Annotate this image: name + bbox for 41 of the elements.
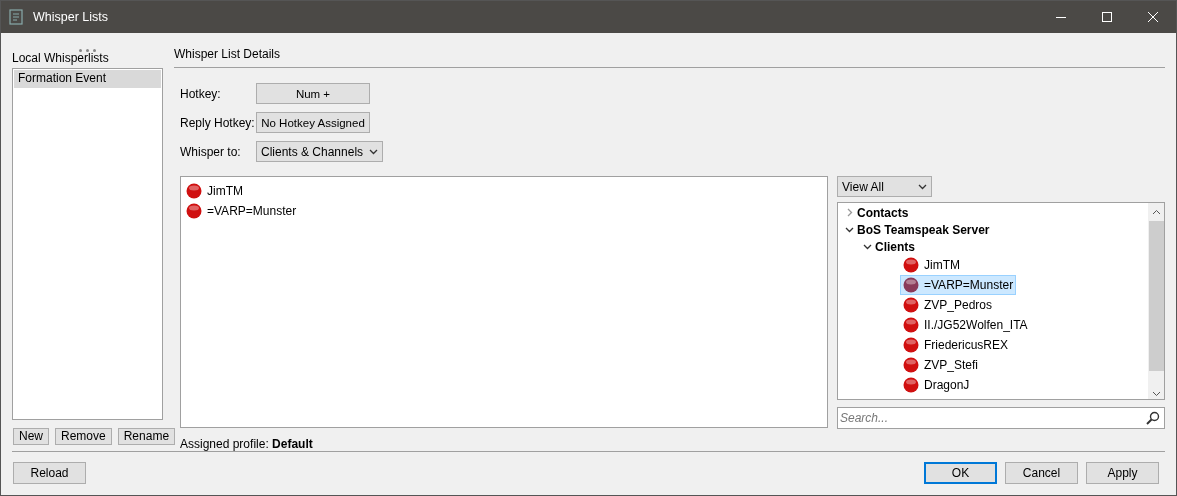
client-item[interactable]: FriedericusREX — [900, 335, 1013, 355]
search-icon — [1146, 411, 1160, 425]
assigned-profile-text: Assigned profile: Default — [179, 436, 314, 451]
dialog-button[interactable]: Apply — [1086, 461, 1159, 484]
hotkey-button[interactable]: No Hotkey Assigned — [256, 112, 370, 133]
minimize-icon[interactable] — [1056, 16, 1066, 18]
maximize-icon[interactable] — [1102, 12, 1112, 22]
whisper-to-dropdown[interactable]: Clients & Channels — [256, 141, 384, 162]
target-name[interactable]: =VARP=Munster — [207, 204, 297, 218]
section-label: Local Whisperlists — [12, 51, 110, 65]
section-title: Whisper List Details — [174, 46, 282, 63]
tree-group-label[interactable]: Contacts — [857, 205, 909, 220]
scroll-down-icon[interactable] — [1151, 389, 1161, 399]
view-filter-dropdown[interactable]: View All — [837, 176, 932, 197]
client-item[interactable]: DragonJ — [900, 375, 1013, 395]
dialog-button[interactable]: Cancel — [1005, 461, 1078, 484]
list-action-button[interactable]: Rename — [117, 428, 176, 445]
list-item[interactable]: Formation Event — [14, 70, 161, 88]
client-item[interactable]: ZVP_Pedros — [900, 295, 1013, 315]
tree-group-label[interactable]: BoS Teamspeak Server — [857, 222, 990, 237]
field-label: Whisper to: — [180, 144, 241, 159]
client-item[interactable]: =VARP=Munster — [900, 275, 1017, 295]
client-item[interactable]: ZVP_Stefi — [900, 355, 1013, 375]
dropdown-caret-icon[interactable] — [369, 147, 379, 156]
app-icon — [9, 9, 25, 25]
hotkey-button[interactable]: Num + — [256, 83, 370, 104]
dropdown-caret-icon[interactable] — [918, 182, 927, 191]
scrollbar[interactable] — [1148, 203, 1164, 399]
tree-group-label[interactable]: Clients — [875, 239, 915, 254]
dialog-button[interactable]: OK — [924, 461, 997, 484]
list-action-button[interactable]: New — [13, 428, 49, 445]
client-item[interactable]: JimTM — [900, 255, 1013, 275]
close-icon[interactable] — [1148, 12, 1158, 22]
reload-button[interactable]: Reload — [13, 461, 86, 484]
field-label: Reply Hotkey: — [180, 115, 255, 130]
field-label: Hotkey: — [180, 86, 221, 101]
list-action-button[interactable]: Remove — [55, 428, 112, 445]
search-field[interactable]: Search... — [837, 407, 1165, 429]
client-item[interactable]: II./JG52Wolfen_ITA — [900, 315, 1031, 335]
target-name[interactable]: JimTM — [207, 184, 243, 198]
window-title: Whisper Lists — [33, 10, 110, 24]
